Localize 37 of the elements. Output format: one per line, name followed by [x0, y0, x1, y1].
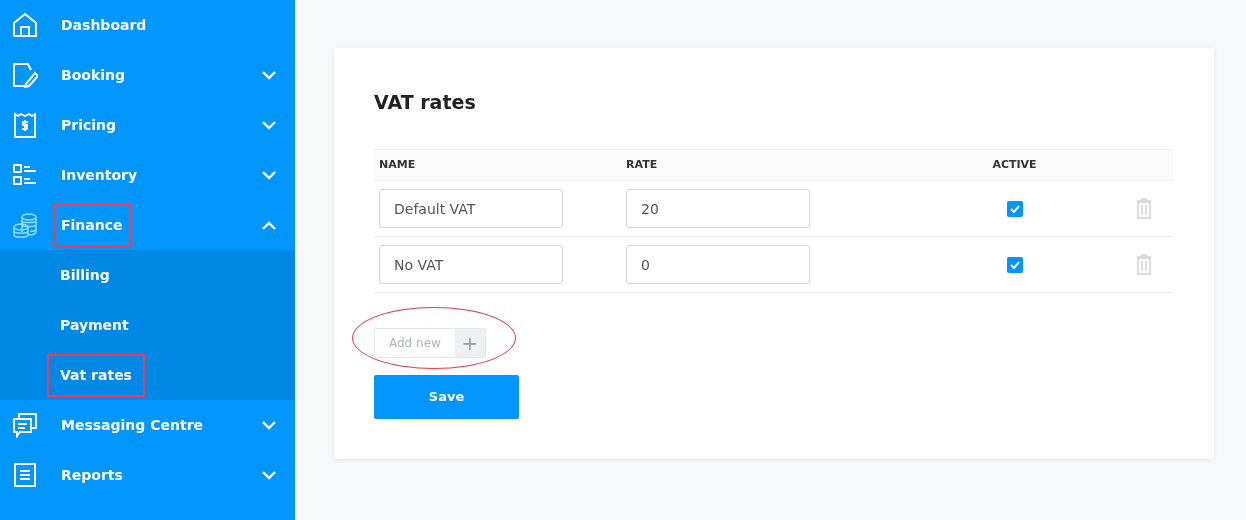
- checkbox[interactable]: [1006, 256, 1023, 273]
- sidebar-item[interactable]: Messaging Centre: [0, 400, 295, 450]
- document-icon: [12, 462, 38, 488]
- submenu-item[interactable]: Billing: [49, 255, 121, 295]
- column-header: ACTIVE: [991, 156, 1038, 173]
- column-header: RATE: [625, 156, 659, 173]
- column-header: NAME: [378, 156, 417, 173]
- submenu-item[interactable]: Payment: [49, 305, 140, 345]
- list-icon: [12, 162, 38, 188]
- sidebar-item[interactable]: Inventory: [0, 150, 295, 200]
- menu-label: Messaging Centre: [60, 415, 205, 435]
- sidebar-item[interactable]: Dashboard: [0, 0, 295, 50]
- sidebar-item[interactable]: Booking: [0, 50, 295, 100]
- menu-label: Finance: [55, 205, 129, 245]
- menu-label: Booking: [60, 65, 126, 85]
- card-title: VAT rates: [374, 90, 477, 114]
- menu-label: Dashboard: [60, 15, 148, 35]
- check-icon: [1009, 260, 1020, 269]
- menu-label: Inventory: [60, 165, 139, 185]
- rate-field[interactable]: 20: [626, 189, 810, 228]
- rate-field[interactable]: 0: [626, 245, 810, 284]
- sidebar-item[interactable]: Finance: [0, 200, 295, 250]
- check-icon: [1009, 204, 1020, 213]
- chat-icon: [12, 412, 38, 438]
- menu-label: Pricing: [60, 115, 118, 135]
- note-pencil-icon: [12, 62, 38, 88]
- receipt-dollar-icon: [12, 112, 38, 138]
- submenu-item[interactable]: Vat rates: [49, 355, 143, 395]
- sidebar-item[interactable]: Pricing: [0, 100, 295, 150]
- coins-icon: [12, 212, 38, 238]
- save-button[interactable]: Save: [374, 375, 519, 419]
- checkbox[interactable]: [1006, 200, 1023, 217]
- menu-label: Reports: [60, 465, 124, 485]
- home-icon: [12, 12, 38, 38]
- name-field[interactable]: Default VAT: [379, 189, 563, 228]
- sidebar-item[interactable]: Reports: [0, 450, 295, 500]
- name-field[interactable]: No VAT: [379, 245, 563, 284]
